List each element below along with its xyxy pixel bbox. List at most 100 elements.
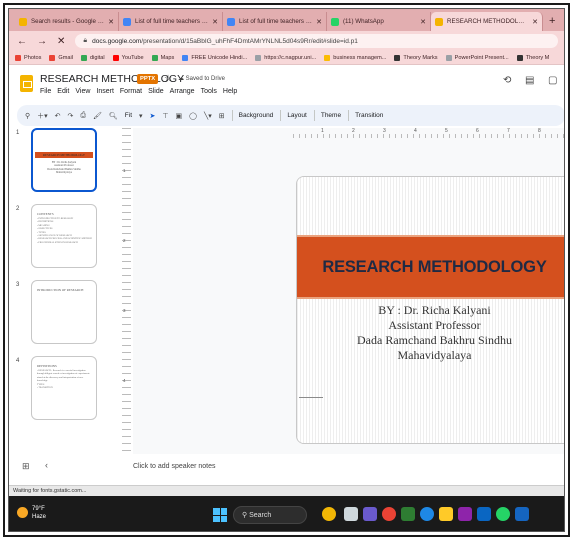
collapse-panel-icon[interactable]: ‹ (45, 460, 48, 470)
bookmark-item[interactable]: PowerPoint Present... (445, 54, 509, 61)
present-icon[interactable]: ▢ (548, 75, 557, 86)
slide-thumbnail[interactable]: DEFINITIONS • RESEARCH : Research is a ca… (31, 356, 97, 420)
close-icon[interactable]: ✕ (57, 36, 65, 47)
bookmark-favicon-icon (49, 54, 56, 61)
menu-item[interactable]: Edit (57, 88, 69, 95)
comments-icon[interactable]: ▤ (525, 75, 534, 86)
thumb-title-band: RESEARCH METHODOLOGY (35, 152, 93, 158)
shape-icon[interactable]: ◯ (189, 112, 197, 120)
bookmark-item[interactable]: Photos (15, 54, 41, 61)
lock-icon: 🔒︎ (83, 37, 88, 44)
edge-icon[interactable] (420, 507, 434, 521)
app-icon[interactable] (458, 507, 472, 521)
url-path: /presentation/d/15aBbIG_uhFhF4DmtAMrYNLN… (141, 37, 358, 45)
line-icon[interactable]: ╲▾ (204, 112, 212, 120)
browser-tab[interactable]: (11) WhatsApp ✕ (327, 12, 431, 31)
search-menus-icon[interactable]: ⚲ (25, 112, 30, 120)
browser-tab[interactable]: List of full time teachers ICT22 -✕ (223, 12, 327, 31)
bookmark-item[interactable]: Gmail (49, 54, 74, 61)
menu-item[interactable]: Format (120, 88, 142, 95)
windows-start-icon[interactable] (213, 508, 227, 522)
print-icon[interactable]: ⎙ (80, 112, 86, 120)
bookmark-label: PowerPoint Present... (454, 54, 509, 61)
tab-close-icon[interactable]: ✕ (212, 18, 218, 26)
image-icon[interactable]: ▣ (176, 112, 183, 120)
file-explorer-icon[interactable] (439, 507, 453, 521)
bookmark-item[interactable]: digital (81, 54, 105, 61)
tab-title: Search results - Google Drive (31, 18, 106, 25)
redo-icon[interactable]: ↷ (68, 112, 74, 120)
browser-tab[interactable]: List of full time teachers googl ✕ (119, 12, 223, 31)
bookmark-item[interactable]: https://c.nagpur.uni... (255, 54, 316, 61)
bookmark-favicon-icon (182, 54, 189, 61)
transition-button[interactable]: Transition (355, 112, 383, 119)
speaker-notes[interactable]: Click to add speaker notes (133, 463, 216, 470)
zoom-select[interactable]: Fit (125, 112, 132, 119)
tab-close-icon[interactable]: ✕ (316, 18, 322, 26)
comment-icon[interactable]: ⊞ (219, 112, 225, 120)
menu-item[interactable]: Insert (96, 88, 114, 95)
menu-item[interactable]: File (40, 88, 51, 95)
address-bar-row: ← → ✕ 🔒︎ docs.google.com /presentation/d… (9, 31, 564, 51)
bookmark-item[interactable]: Theory Marks (394, 54, 438, 61)
app-icon[interactable] (477, 507, 491, 521)
app-icon[interactable] (401, 507, 415, 521)
weather-widget[interactable]: 79°F Haze (17, 505, 46, 521)
slide-thumbnail[interactable]: RESEARCH METHODOLOGY BY : Dr. Richa Kalya… (31, 128, 97, 192)
tab-close-icon[interactable]: ✕ (532, 18, 538, 26)
bookmark-item[interactable]: Maps (151, 54, 174, 61)
menu-item[interactable]: View (75, 88, 90, 95)
grid-view-icon[interactable]: ⊞ (22, 461, 30, 472)
back-icon[interactable]: ← (17, 36, 27, 47)
tab-close-icon[interactable]: ✕ (108, 18, 114, 26)
current-slide[interactable]: RESEARCH METHODOLOGY BY : Dr. Richa Kaly… (296, 176, 564, 444)
new-slide-icon[interactable]: ＋▾ (37, 111, 48, 121)
whatsapp-icon[interactable] (496, 507, 510, 521)
bookmark-label: Gmail (58, 54, 74, 61)
slides-logo-icon[interactable] (20, 75, 33, 92)
bookmark-item[interactable]: Theory M (516, 54, 549, 61)
author-line: BY : Dr. Richa Kalyani (378, 303, 491, 317)
bookmark-item[interactable]: YouTube (112, 54, 144, 61)
notes-resize-handle[interactable] (299, 397, 323, 398)
slide-thumbnail[interactable]: CONTENTS • INTRODUCTION TO RESEARCH • DEFI… (31, 204, 97, 268)
teams-icon[interactable] (363, 507, 377, 521)
ruler-tick-label: 4 (414, 128, 417, 134)
task-view-icon[interactable] (344, 507, 358, 521)
select-icon[interactable]: ➤ (150, 112, 156, 120)
slide-thumbnail[interactable]: INTRODUCTION OF RESEARCH (31, 280, 97, 344)
tab-close-icon[interactable]: ✕ (420, 18, 426, 26)
user-avatar-icon[interactable] (322, 507, 336, 521)
bookmark-item[interactable]: FREE Unicode Hindi... (182, 54, 247, 61)
slide-subtitle[interactable]: BY : Dr. Richa Kalyani Assistant Profess… (297, 303, 564, 363)
browser-tab[interactable]: RESEARCH METHODOLOGY.ppt✕ (431, 12, 543, 31)
paint-format-icon[interactable]: 🖌︎ (93, 112, 102, 120)
document-title[interactable]: RESEARCH METHODOLOGY (40, 73, 184, 85)
menu-item[interactable]: Slide (148, 88, 164, 95)
theme-button[interactable]: Theme (321, 112, 341, 119)
bookmark-item[interactable]: business managem... (324, 54, 386, 61)
background-button[interactable]: Background (239, 112, 274, 119)
taskbar-search[interactable]: ⚲ Search (233, 506, 307, 524)
history-icon[interactable]: ⟲ (503, 75, 511, 86)
text-box-icon[interactable]: ⊤ (162, 112, 168, 120)
save-status-text: Saved to Drive (185, 76, 226, 82)
undo-icon[interactable]: ↶ (55, 112, 61, 120)
app-icon[interactable] (515, 507, 529, 521)
forward-icon[interactable]: → (37, 36, 47, 47)
slide-number: 2 (16, 206, 20, 212)
layout-button[interactable]: Layout (287, 112, 307, 119)
thumb-title: RESEARCH METHODOLOGY (42, 153, 86, 157)
slide-title[interactable]: RESEARCH METHODOLOGY (322, 258, 546, 277)
chrome-icon[interactable] (382, 507, 396, 521)
star-icon[interactable]: ☆ (164, 73, 172, 84)
chevron-down-icon[interactable]: ▾ (139, 112, 143, 120)
menu-item[interactable]: Arrange (170, 88, 195, 95)
ruler-tick-label: 5 (445, 128, 448, 134)
url-input[interactable]: 🔒︎ docs.google.com /presentation/d/15aBb… (75, 34, 558, 48)
new-tab-button[interactable]: + (549, 15, 555, 27)
browser-tab[interactable]: Search results - Google Drive ✕ (15, 12, 119, 31)
zoom-icon[interactable]: 🔍︎ (109, 112, 118, 120)
menu-item[interactable]: Tools (201, 88, 217, 95)
menu-item[interactable]: Help (223, 88, 237, 95)
